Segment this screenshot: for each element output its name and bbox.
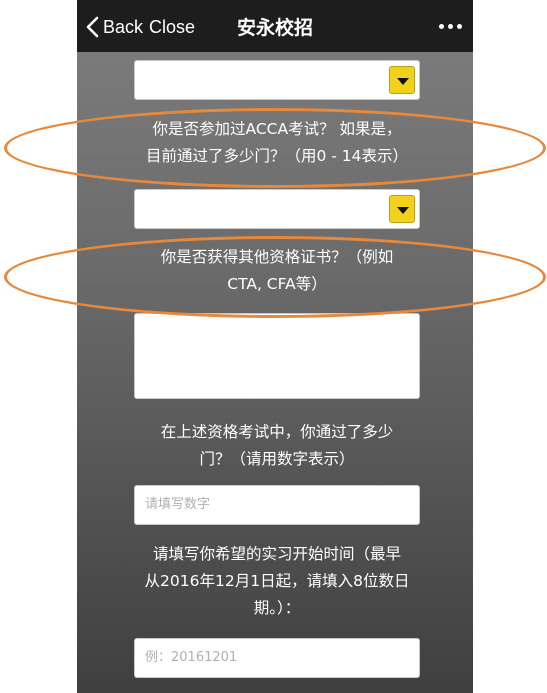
- acca-passed-select[interactable]: [134, 189, 420, 229]
- more-dot-icon: [456, 23, 462, 29]
- highlight-ellipse: [4, 236, 546, 318]
- chevron-left-icon: [86, 16, 99, 38]
- more-dot-icon: [447, 23, 453, 29]
- more-dot-icon: [438, 23, 444, 29]
- internship-date-input[interactable]: 例：20161201: [134, 638, 420, 678]
- close-button[interactable]: Close: [149, 14, 195, 40]
- back-label: Back: [103, 16, 144, 37]
- highlight-ellipse: [4, 108, 546, 188]
- previous-question-select[interactable]: [134, 60, 420, 100]
- passed-count-question-label: 在上述资格考试中，你通过了多少 门？（请用数字表示）: [160, 423, 394, 468]
- passed-count-input[interactable]: 请填写数字: [134, 485, 420, 525]
- dropdown-arrow-icon[interactable]: [389, 66, 415, 94]
- more-options-button[interactable]: [435, 12, 465, 40]
- back-button[interactable]: Back: [83, 14, 143, 40]
- phone-screen: Back Close 安永校招 你是否参加过ACCA考试？ 如果是， 目前通过了…: [77, 0, 473, 693]
- other-certificates-textarea[interactable]: [134, 313, 420, 399]
- internship-date-question-label: 请填写你希望的实习开始时间（最早 从2016年12月1日起，请填入8位数日 期。…: [144, 545, 410, 617]
- dropdown-arrow-icon[interactable]: [389, 195, 415, 223]
- navigation-bar: Back Close 安永校招: [77, 0, 473, 52]
